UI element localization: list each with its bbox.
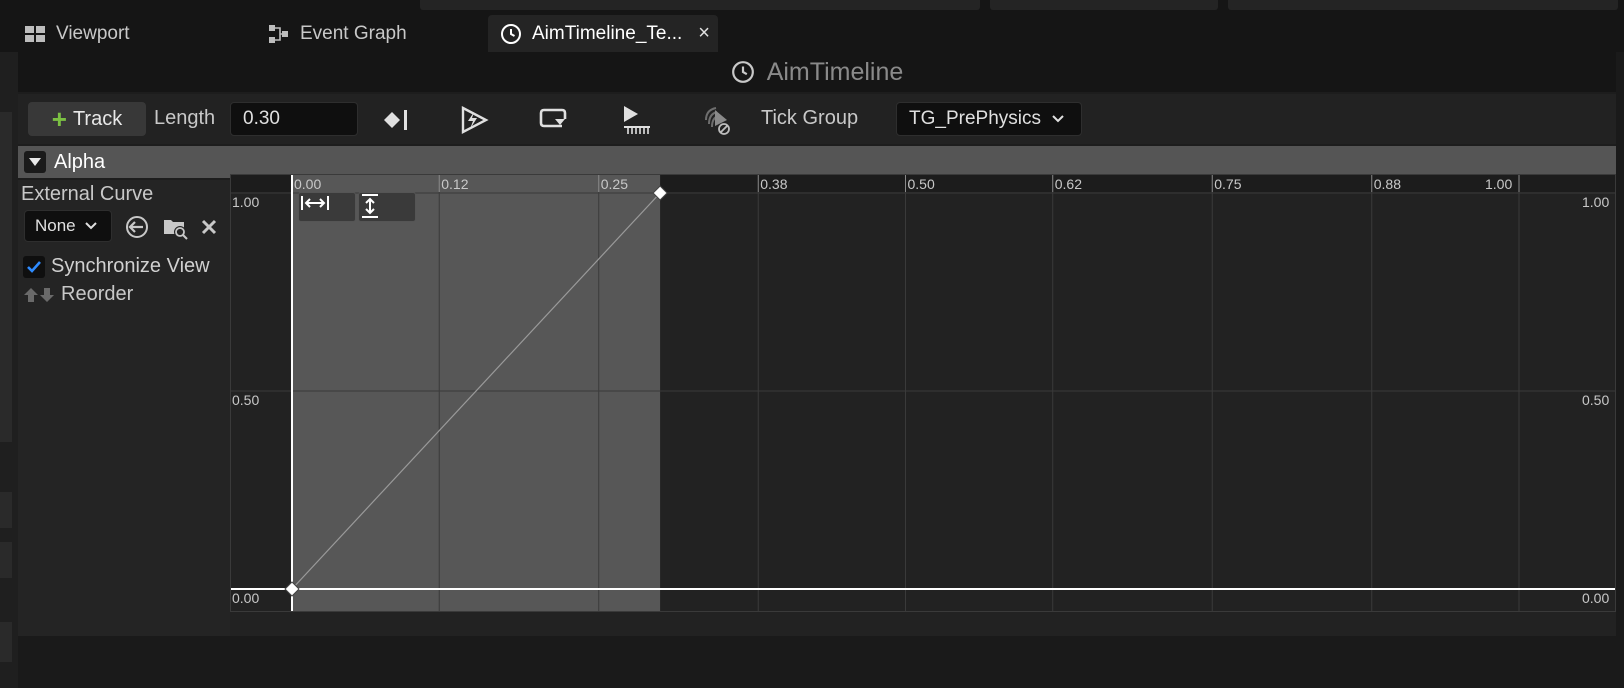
track-name: Alpha [54, 150, 106, 173]
top-strip [0, 0, 1624, 12]
fit-horizontal-icon [301, 196, 329, 210]
x-tick-label: 0.38 [760, 176, 787, 192]
arrow-down-icon[interactable] [39, 286, 55, 304]
zoom-to-fit-horizontal-button[interactable] [298, 192, 356, 222]
tab-bar: Viewport Event Graph AimTimeline_Te... × [0, 12, 1624, 52]
panel-title: AimTimeline [766, 57, 904, 86]
y-tick-label: 0.50 [1582, 392, 1609, 408]
checkbox[interactable] [23, 255, 45, 278]
edge-block [0, 112, 12, 442]
tick-group-dropdown[interactable]: TG_PrePhysics [896, 102, 1082, 136]
y-tick-label: 1.00 [1582, 194, 1609, 210]
viewport-icon [24, 23, 46, 45]
clear-icon[interactable] [196, 214, 222, 240]
chevron-down-icon [84, 222, 97, 230]
bottom-area [18, 636, 1624, 688]
tick-group-value: TG_PrePhysics [909, 108, 1041, 129]
clock-icon [500, 23, 522, 45]
tab-aim-timeline[interactable]: AimTimeline_Te... × [488, 15, 718, 52]
autoplay-icon[interactable] [458, 104, 490, 136]
curve-graph[interactable]: 0.00 0.12 0.25 0.38 0.50 0.62 0.75 0.88 1.00 1.00… [230, 174, 1616, 636]
close-icon[interactable]: × [698, 22, 710, 45]
y-tick-label: 0.00 [1582, 590, 1609, 606]
synchronize-view-checkbox[interactable]: Synchronize View [23, 255, 210, 278]
chevron-down-icon [1052, 115, 1064, 123]
tick-group-label: Tick Group [761, 107, 859, 129]
replicated-icon[interactable] [620, 104, 652, 136]
x-tick-label: 0.00 [294, 176, 321, 192]
x-tick-label: 0.50 [908, 176, 935, 192]
curve-graph-canvas[interactable]: 0.00 0.12 0.25 0.38 0.50 0.62 0.75 0.88 1.00 1.00… [230, 174, 1616, 636]
loop-icon[interactable] [538, 104, 570, 136]
top-strip-segment [990, 0, 1218, 10]
event-graph-icon [268, 23, 290, 45]
clock-icon [731, 61, 754, 83]
tab-viewport[interactable]: Viewport [24, 15, 130, 52]
x-tick-label: 0.12 [441, 176, 468, 192]
tab-event-graph[interactable]: Event Graph [268, 15, 407, 52]
tab-label: Event Graph [300, 22, 407, 44]
x-tick-label: 0.62 [1055, 176, 1082, 192]
external-curve-dropdown[interactable]: None [24, 210, 112, 242]
reorder-label: Reorder [61, 283, 134, 305]
length-input[interactable]: 0.30 [230, 102, 358, 136]
edge-block [0, 622, 12, 662]
left-edge-strip [0, 52, 18, 688]
active-time-region [292, 174, 661, 612]
top-strip-segment [420, 0, 980, 10]
y-tick-label: 0.00 [232, 590, 259, 606]
edge-block [0, 542, 12, 578]
x-tick-label: 0.88 [1374, 176, 1401, 192]
add-track-button[interactable]: + Track [28, 102, 146, 136]
x-tick-label: 1.00 [1485, 176, 1512, 192]
use-selected-asset-icon[interactable] [124, 214, 150, 240]
browse-folder-icon[interactable] [162, 214, 188, 240]
panel-title-row: AimTimeline [18, 52, 1616, 92]
top-strip-segment [1228, 0, 1618, 10]
edge-block [0, 492, 12, 528]
collapse-toggle[interactable] [24, 151, 46, 173]
tab-label: Viewport [56, 22, 130, 44]
external-curve-value: None [35, 216, 76, 235]
timeline-toolbar: + Track Length 0.30 Tick Group TG_PrePhy… [18, 94, 1616, 144]
y-tick-label: 0.50 [232, 392, 259, 408]
y-tick-label: 1.00 [232, 194, 259, 210]
add-track-label: Track [72, 107, 123, 130]
synchronize-view-label: Synchronize View [51, 255, 210, 277]
ignore-time-dilation-icon[interactable] [700, 104, 732, 136]
reorder-control[interactable]: Reorder [23, 283, 133, 306]
fit-vertical-icon [362, 194, 378, 218]
track-sidebar: External Curve None Synchronize View Reo… [18, 180, 230, 636]
external-curve-label: External Curve [21, 183, 154, 205]
tab-label: AimTimeline_Te... [532, 22, 683, 44]
zoom-to-fit-vertical-button[interactable] [358, 192, 416, 222]
length-label: Length [154, 107, 216, 129]
plus-icon: + [51, 103, 67, 134]
use-last-keyframe-icon[interactable] [380, 104, 412, 136]
arrow-up-icon[interactable] [23, 286, 39, 304]
triangle-down-icon [29, 158, 41, 166]
x-tick-label: 0.25 [601, 176, 628, 192]
x-tick-label: 0.75 [1214, 176, 1241, 192]
checkmark-icon [27, 260, 41, 273]
timeline-editor-panel: AimTimeline + Track Length 0.30 Tick Gro… [18, 52, 1616, 636]
